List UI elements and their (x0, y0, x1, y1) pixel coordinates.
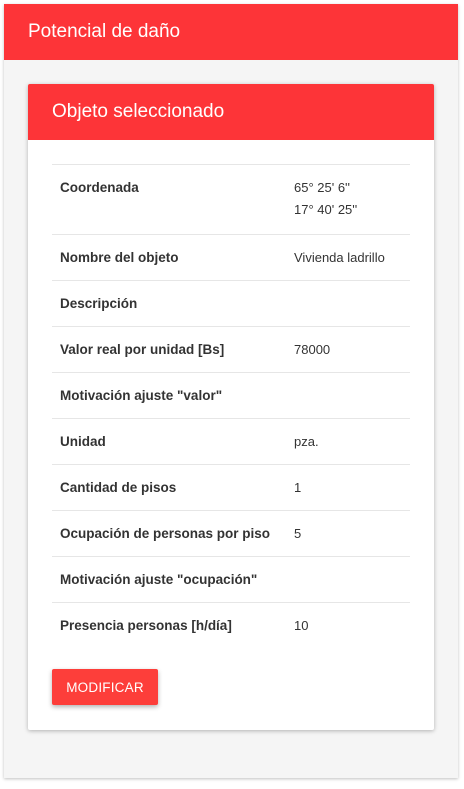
coordinate-latitude: 17° 40' 25'' (294, 202, 358, 217)
modify-button[interactable]: MODIFICAR (52, 669, 158, 705)
row-value: 1 (294, 480, 302, 495)
row-label: Motivación ajuste "valor" (60, 388, 223, 403)
row-label: Cantidad de pisos (60, 480, 177, 495)
table-row: Coordenada 65° 25' 6'' 17° 40' 25'' (52, 164, 410, 234)
selected-object-card: Objeto seleccionado Coordenada 65° 25' 6… (28, 84, 434, 730)
damage-potential-panel: Potencial de daño Objeto seleccionado Co… (4, 4, 458, 778)
table-row: Presencia personas [h/día] 10 (52, 602, 410, 648)
row-value: pza. (294, 434, 319, 449)
table-row: Descripción (52, 280, 410, 326)
row-label: Descripción (60, 296, 138, 311)
properties-table: Coordenada 65° 25' 6'' 17° 40' 25'' Nomb… (52, 164, 410, 648)
row-label: Coordenada (60, 180, 139, 195)
table-row: Unidad pza. (52, 418, 410, 464)
card-title: Objeto seleccionado (28, 84, 434, 140)
table-row: Motivación ajuste "ocupación" (52, 556, 410, 602)
table-row: Valor real por unidad [Bs] 78000 (52, 326, 410, 372)
table-row: Nombre del objeto Vivienda ladrillo (52, 234, 410, 280)
row-label: Motivación ajuste "ocupación" (60, 572, 258, 587)
row-label: Ocupación de personas por piso (60, 526, 271, 541)
row-value: 78000 (294, 342, 331, 357)
row-label: Unidad (60, 434, 106, 449)
row-label: Presencia personas [h/día] (60, 618, 232, 633)
row-value: 10 (294, 618, 309, 633)
panel-title: Potencial de daño (4, 4, 458, 60)
coordinate-longitude: 65° 25' 6'' (294, 180, 351, 195)
row-value: 65° 25' 6'' 17° 40' 25'' (294, 177, 410, 221)
row-label: Nombre del objeto (60, 250, 179, 265)
table-row: Ocupación de personas por piso 5 (52, 510, 410, 556)
row-value: Vivienda ladrillo (294, 250, 385, 265)
table-row: Cantidad de pisos 1 (52, 464, 410, 510)
row-label: Valor real por unidad [Bs] (60, 342, 225, 357)
row-value: 5 (294, 526, 302, 541)
table-row: Motivación ajuste "valor" (52, 372, 410, 418)
